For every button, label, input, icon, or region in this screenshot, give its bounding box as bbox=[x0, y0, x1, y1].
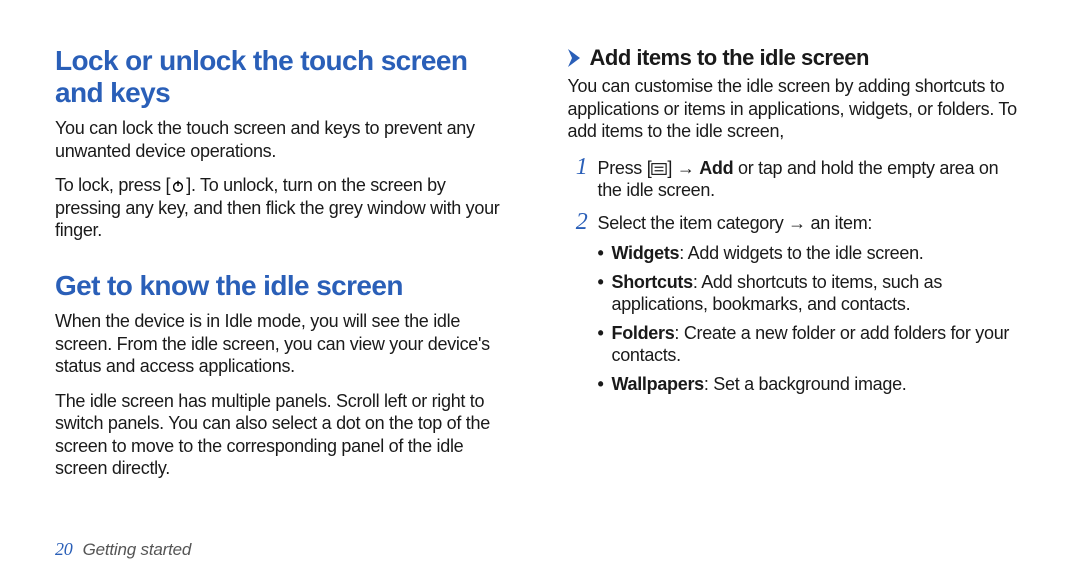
page-footer: 20 Getting started bbox=[55, 539, 191, 560]
bullet-list: Widgets: Add widgets to the idle screen.… bbox=[568, 242, 1026, 395]
bullet-text: : Set a background image. bbox=[704, 374, 907, 394]
text-fragment: To lock, press [ bbox=[55, 175, 170, 195]
footer-chapter: Getting started bbox=[83, 540, 192, 560]
step-body: Select the item category → an item: bbox=[598, 212, 1026, 235]
step-1: 1 Press [] → Add or tap and hold the emp… bbox=[568, 155, 1026, 202]
subheading-add-items: Add items to the idle screen bbox=[568, 45, 1026, 71]
para-lock-instructions: To lock, press []. To unlock, turn on th… bbox=[55, 174, 513, 242]
bullet-label: Wallpapers bbox=[612, 374, 704, 394]
power-icon bbox=[170, 179, 186, 193]
page-number: 20 bbox=[55, 539, 73, 560]
bullet-wallpapers: Wallpapers: Set a background image. bbox=[598, 373, 1026, 396]
menu-icon bbox=[651, 162, 667, 176]
para-add-items-desc: You can customise the idle screen by add… bbox=[568, 75, 1026, 143]
heading-idle-screen: Get to know the idle screen bbox=[55, 270, 513, 302]
left-column: Lock or unlock the touch screen and keys… bbox=[55, 45, 513, 535]
bold-add: Add bbox=[699, 158, 733, 178]
step-number: 2 bbox=[568, 210, 588, 234]
right-column: Add items to the idle screen You can cus… bbox=[568, 45, 1026, 535]
para-idle-panels: The idle screen has multiple panels. Scr… bbox=[55, 390, 513, 480]
bullet-label: Shortcuts bbox=[612, 272, 693, 292]
bullet-label: Widgets bbox=[612, 243, 680, 263]
text-fragment: Press [ bbox=[598, 158, 652, 178]
step-number: 1 bbox=[568, 155, 588, 179]
subheading-text: Add items to the idle screen bbox=[590, 45, 869, 71]
steps-list: 1 Press [] → Add or tap and hold the emp… bbox=[568, 155, 1026, 235]
heading-lock-unlock: Lock or unlock the touch screen and keys bbox=[55, 45, 513, 109]
bullet-folders: Folders: Create a new folder or add fold… bbox=[598, 322, 1026, 367]
chevron-right-icon bbox=[568, 49, 582, 67]
bullet-shortcuts: Shortcuts: Add shortcuts to items, such … bbox=[598, 271, 1026, 316]
para-idle-desc: When the device is in Idle mode, you wil… bbox=[55, 310, 513, 378]
text-fragment: ] → bbox=[667, 158, 699, 178]
page-columns: Lock or unlock the touch screen and keys… bbox=[55, 45, 1025, 535]
bullet-label: Folders bbox=[612, 323, 675, 343]
bullet-widgets: Widgets: Add widgets to the idle screen. bbox=[598, 242, 1026, 265]
para-lock-desc: You can lock the touch screen and keys t… bbox=[55, 117, 513, 162]
step-2: 2 Select the item category → an item: bbox=[568, 210, 1026, 235]
step-body: Press [] → Add or tap and hold the empty… bbox=[598, 157, 1026, 202]
bullet-text: : Add widgets to the idle screen. bbox=[679, 243, 923, 263]
